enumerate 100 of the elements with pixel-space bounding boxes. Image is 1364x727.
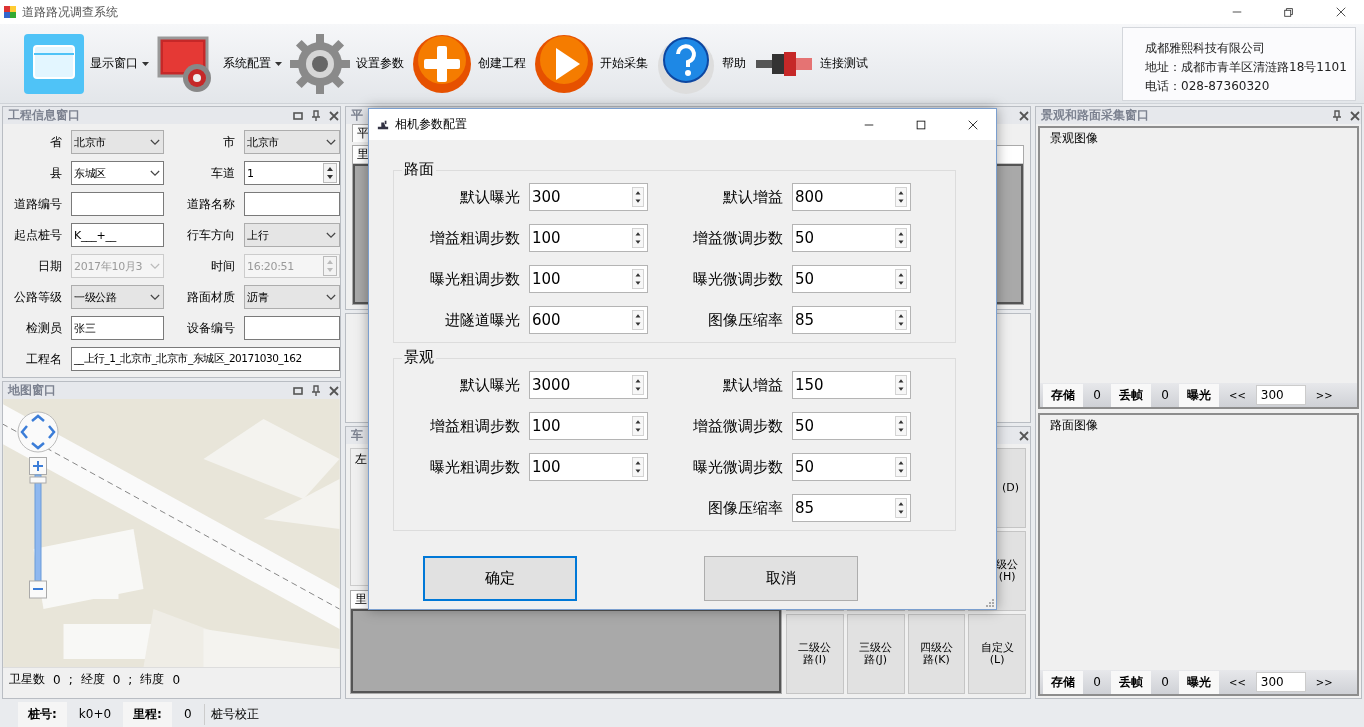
exposure-field[interactable]: 300 [1255, 385, 1306, 405]
spin-box[interactable]: 85 [792, 494, 911, 522]
spin-box[interactable]: 85 [792, 306, 911, 334]
spin-box[interactable]: 800 [792, 183, 911, 211]
company-info-text: 地址：成都市青羊区清涟路18号1101 [1145, 58, 1348, 76]
dropdown[interactable]: 北京市 [71, 130, 164, 154]
spin-box[interactable]: 3000 [529, 371, 648, 399]
restore-icon[interactable] [1283, 6, 1295, 18]
pin-icon[interactable] [310, 384, 322, 397]
spin-box[interactable]: 50 [792, 412, 911, 440]
exposure-field[interactable]: 300 [1255, 672, 1306, 692]
close-icon[interactable] [967, 118, 979, 131]
grade-button[interactable]: 自定义(L) [968, 614, 1026, 694]
toolbar-button[interactable]: 帮助 [654, 31, 746, 96]
chevron-icon[interactable] [150, 293, 160, 301]
ok-button[interactable]: 确定 [423, 556, 577, 601]
pin-icon[interactable] [1331, 109, 1343, 122]
field-label: 市 [222, 133, 235, 151]
spin-box[interactable]: 300 [529, 183, 648, 211]
dropdown[interactable]: 沥青 [244, 285, 340, 309]
chevron-icon[interactable] [150, 138, 160, 146]
chevron-icon[interactable] [150, 169, 160, 177]
spin-box[interactable]: 100 [529, 224, 648, 252]
input-field[interactable]: 张三 [71, 316, 164, 340]
restore-icon[interactable] [292, 384, 304, 397]
chevron-icon[interactable] [326, 231, 336, 239]
close-icon[interactable] [1335, 6, 1347, 18]
spin-box[interactable]: 50 [792, 224, 911, 252]
toolbar-button[interactable]: 系统配置 [155, 31, 282, 96]
pan-control-icon[interactable] [17, 411, 59, 453]
spin-box[interactable]: 100 [529, 453, 648, 481]
view-title: 路面图像 [1049, 417, 1099, 434]
calibrate-button[interactable]: 桩号校正 [203, 703, 265, 725]
dropdown[interactable]: 上行 [244, 223, 340, 247]
spin-arrows-icon[interactable] [894, 375, 908, 395]
input-field[interactable] [244, 192, 340, 216]
field-label: 行车方向 [186, 226, 235, 244]
spin-arrows-icon[interactable] [631, 416, 645, 436]
spin-arrows-icon[interactable] [631, 228, 645, 248]
counter-label: 存储 [1043, 383, 1083, 407]
zoom-slider-icon[interactable] [29, 457, 47, 599]
spin-arrows-icon[interactable] [894, 498, 908, 518]
spin-arrows-icon[interactable] [894, 416, 908, 436]
pin-icon[interactable] [310, 109, 322, 122]
spin-arrows-icon[interactable] [631, 187, 645, 207]
spin-arrows-icon[interactable] [631, 310, 645, 330]
increase-button[interactable]: >> [1309, 389, 1339, 401]
spin-arrows-icon[interactable] [894, 457, 908, 477]
combo-box[interactable]: 东城区 [71, 161, 164, 185]
spin-arrows-icon[interactable] [631, 269, 645, 289]
increase-button[interactable]: >> [1309, 676, 1339, 688]
toolbar-button[interactable]: 创建工程 [410, 31, 526, 96]
cancel-button[interactable]: 取消 [704, 556, 858, 601]
close-icon[interactable] [1018, 429, 1030, 442]
input-field[interactable]: K___+__ [71, 223, 164, 247]
toolbar-button[interactable]: 显示窗口 [22, 31, 149, 96]
toolbar-button[interactable]: 设置参数 [288, 31, 404, 96]
company-info-text: 电话：028-87360320 [1145, 77, 1271, 95]
counter-value: 0 [1092, 388, 1102, 402]
panel-title: 地图窗口 [8, 382, 56, 399]
field-label: 曝光粗调步数 [429, 457, 520, 477]
close-icon[interactable] [328, 384, 340, 397]
spin-arrows-icon[interactable] [894, 228, 908, 248]
spin-box[interactable]: 150 [792, 371, 911, 399]
field-label: 默认曝光 [459, 187, 520, 207]
spin-box[interactable]: 600 [529, 306, 648, 334]
input-field[interactable] [244, 316, 340, 340]
status-text: ; [68, 672, 73, 687]
spin-arrows-icon[interactable] [894, 310, 908, 330]
restore-icon[interactable] [292, 109, 304, 122]
machine-icon [377, 118, 389, 131]
close-icon[interactable] [1018, 109, 1030, 122]
grade-button[interactable]: 三级公路(J) [846, 614, 905, 694]
dropdown[interactable]: 北京市 [244, 130, 340, 154]
chevron-icon[interactable] [326, 293, 336, 301]
input-field[interactable]: __上行_1_北京市_北京市_东城区_20171030_162 [71, 347, 340, 371]
spin-box[interactable]: 50 [792, 453, 911, 481]
toolbar-button[interactable]: 连接测试 [752, 31, 868, 96]
spin-arrows-icon[interactable] [894, 269, 908, 289]
input-field[interactable] [71, 192, 164, 216]
spin-box[interactable]: 100 [529, 265, 648, 293]
spin-box[interactable]: 100 [529, 412, 648, 440]
close-icon[interactable] [328, 109, 340, 122]
decrease-button[interactable]: << [1223, 389, 1252, 401]
grade-button[interactable]: 二级公路(I) [786, 614, 844, 694]
close-icon[interactable] [1349, 109, 1361, 122]
spin-arrows-icon[interactable] [894, 187, 908, 207]
decrease-button[interactable]: << [1223, 676, 1252, 688]
spin-box[interactable]: 1 [244, 161, 340, 185]
maximize-icon[interactable] [915, 118, 927, 131]
dropdown[interactable]: 一级公路 [71, 285, 164, 309]
spin-box[interactable]: 50 [792, 265, 911, 293]
toolbar-button[interactable]: 开始采集 [532, 31, 648, 96]
chevron-icon[interactable] [326, 138, 336, 146]
spin-arrows-icon[interactable] [631, 457, 645, 477]
grade-button[interactable]: 四级公路(K) [907, 614, 966, 694]
spin-arrows-icon[interactable] [323, 163, 337, 183]
spin-arrows-icon[interactable] [631, 375, 645, 395]
counter-label: 存储 [1043, 670, 1083, 694]
field-label: 公路等级 [13, 288, 62, 306]
